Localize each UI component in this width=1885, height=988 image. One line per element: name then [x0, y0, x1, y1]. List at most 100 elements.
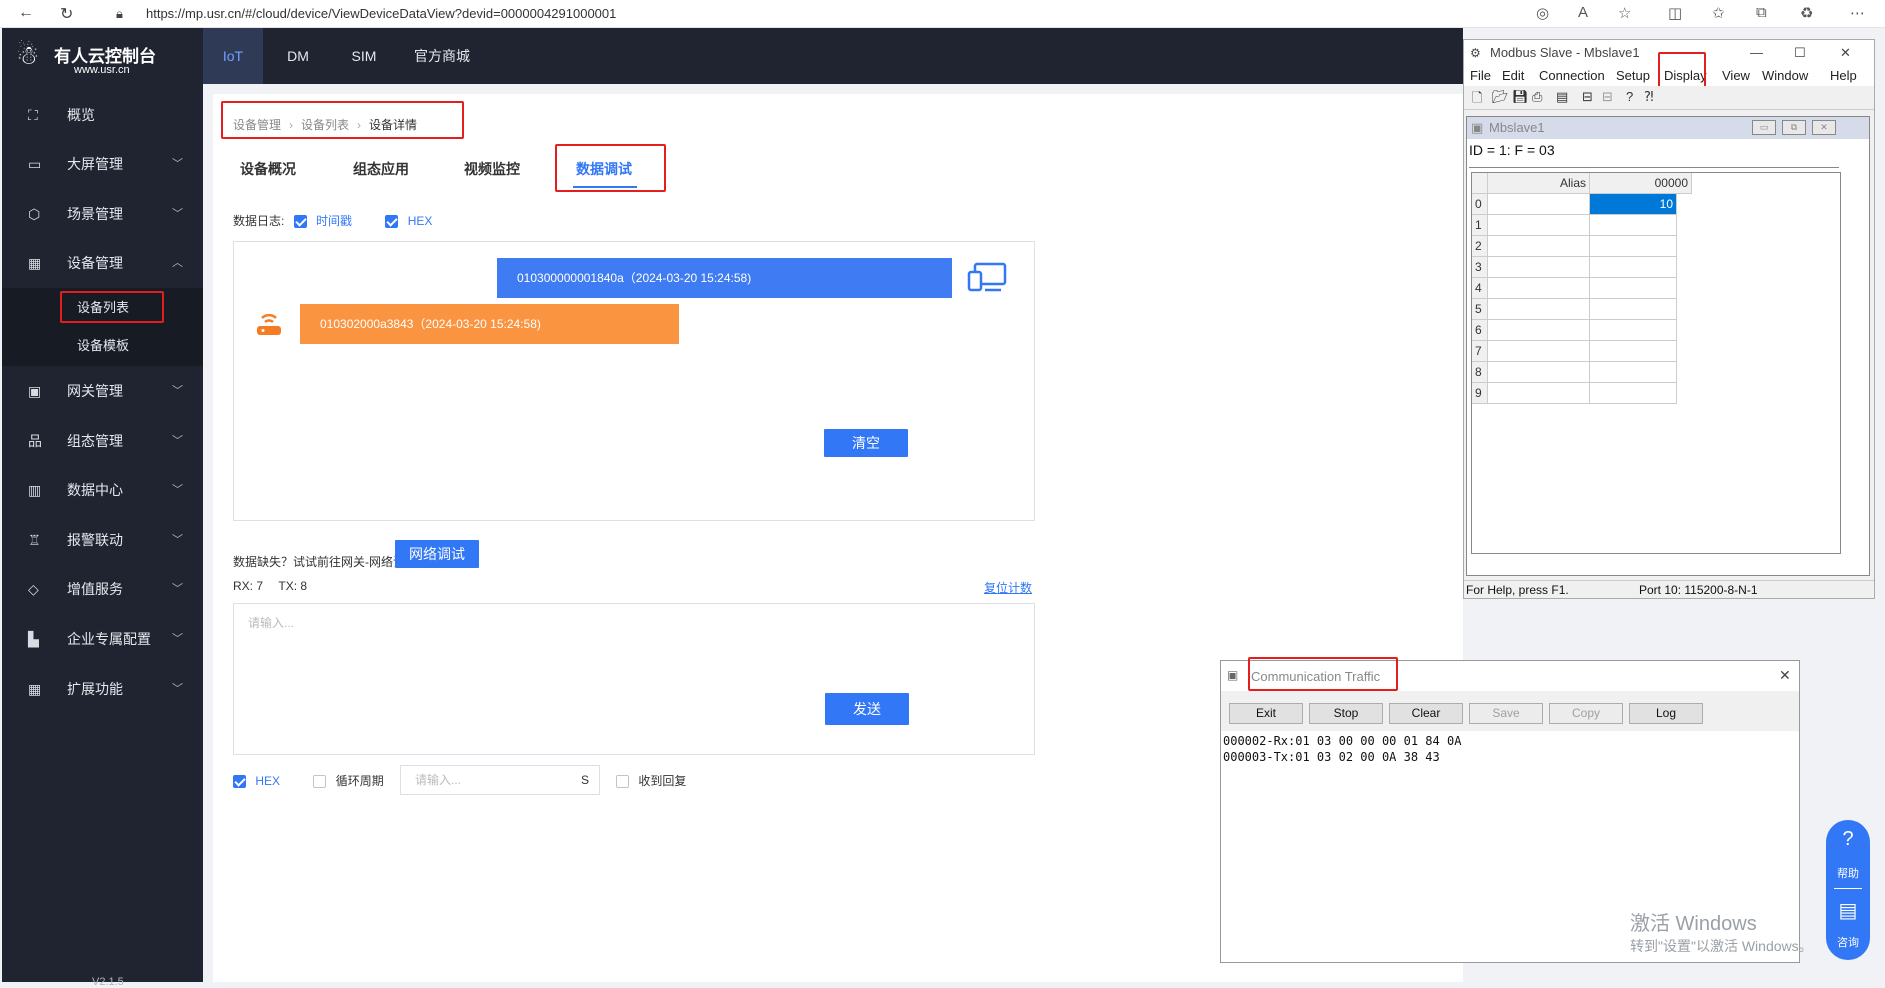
traffic-clear-button[interactable]: Clear [1389, 703, 1463, 724]
grid-row-header[interactable]: 3 [1472, 257, 1488, 278]
grid-corner[interactable] [1472, 173, 1488, 194]
grid-row-header[interactable]: 8 [1472, 362, 1488, 383]
timestamp-checkbox[interactable] [293, 215, 307, 229]
close-icon[interactable]: ✕ [1840, 40, 1851, 66]
grid-value-cell[interactable] [1590, 320, 1677, 341]
tab-sim[interactable]: SIM [333, 28, 395, 84]
grid-value-cell[interactable] [1590, 362, 1677, 383]
hex-send-checkbox[interactable] [233, 775, 246, 789]
window-icon[interactable]: ▤ [1556, 89, 1568, 105]
refresh-icon[interactable]: ↻ [60, 4, 73, 24]
context-help-icon[interactable]: ⁈ [1644, 89, 1654, 105]
read-aloud-icon[interactable]: A [1578, 4, 1588, 21]
grid-alias-cell[interactable] [1488, 194, 1590, 215]
open-icon[interactable]: 📂︎ [1492, 89, 1509, 105]
back-icon[interactable]: ← [18, 4, 34, 22]
hex-log-checkbox[interactable] [385, 215, 399, 229]
reply-checkbox[interactable] [616, 775, 629, 789]
sidebar-item-scene[interactable]: ⬡ 场景管理 ﹀ [2, 189, 203, 239]
menu-connection[interactable]: Connection [1539, 68, 1605, 83]
cycle-period-input[interactable]: 请输入... S [400, 765, 600, 795]
sidebar-item-data[interactable]: ▥ 数据中心 ﹀ [2, 465, 203, 515]
favorite-icon[interactable]: ☆ [1618, 4, 1631, 22]
grid-value-cell[interactable] [1590, 215, 1677, 236]
message-input[interactable]: 请输入... 发送 [233, 603, 1035, 755]
grid-value-cell[interactable] [1590, 341, 1677, 362]
menu-window[interactable]: Window [1762, 68, 1808, 83]
sidebar-item-alarm[interactable]: ♖ 报警联动 ﹀ [2, 515, 203, 565]
collections-icon[interactable]: ⧉ [1756, 4, 1767, 21]
traffic-close-icon[interactable]: ✕ [1779, 667, 1791, 684]
logo[interactable]: ☃ 有人云控制台 www.usr.cn [2, 28, 203, 84]
sidebar-item-screen[interactable]: ▭ 大屏管理 ﹀ [2, 139, 203, 189]
grid-alias-cell[interactable] [1488, 278, 1590, 299]
breadcrumb-item[interactable]: 设备管理 [233, 118, 281, 132]
sidebar-item-device[interactable]: ▦ 设备管理 ︿ [2, 238, 203, 288]
grid-row-header[interactable]: 5 [1472, 299, 1488, 320]
grid-alias-cell[interactable] [1488, 383, 1590, 404]
grid-row-header[interactable]: 0 [1472, 194, 1488, 215]
grid-alias-cell[interactable] [1488, 320, 1590, 341]
grid-row-header[interactable]: 6 [1472, 320, 1488, 341]
split-screen-icon[interactable]: ◫ [1668, 4, 1682, 22]
grid-value-cell[interactable] [1590, 299, 1677, 320]
submenu-device-template[interactable]: 设备模板 [2, 326, 203, 366]
print-icon[interactable]: ⎙ [1532, 89, 1542, 105]
tab-device-overview[interactable]: 设备概况 [240, 159, 296, 179]
location-icon[interactable]: ◎ [1536, 4, 1549, 22]
clear-button[interactable]: 清空 [824, 429, 908, 457]
minimize-icon[interactable]: — [1750, 40, 1763, 66]
menu-help[interactable]: Help [1830, 68, 1857, 83]
url-field[interactable]: https://mp.usr.cn/#/cloud/device/ViewDev… [146, 3, 1646, 25]
grid-alias-cell[interactable] [1488, 299, 1590, 320]
lock-icon[interactable]: 🔒︎ [116, 6, 123, 22]
grid-row-header[interactable]: 1 [1472, 215, 1488, 236]
child-restore-icon[interactable]: ⧉ [1782, 120, 1806, 135]
tab-iot[interactable]: IoT [203, 28, 263, 84]
child-minimize-icon[interactable]: ▭ [1752, 120, 1776, 135]
sidebar-item-config[interactable]: 品 组态管理 ﹀ [2, 416, 203, 466]
grid-row-header[interactable]: 9 [1472, 383, 1488, 404]
grid-header-address[interactable]: 00000 [1590, 173, 1692, 194]
grid-value-cell[interactable] [1590, 383, 1677, 404]
grid-row-header[interactable]: 7 [1472, 341, 1488, 362]
grid-value-cell[interactable] [1590, 257, 1677, 278]
grid-alias-cell[interactable] [1488, 257, 1590, 278]
tab-store[interactable]: 官方商城 [395, 28, 489, 84]
help-icon[interactable]: ? [1626, 89, 1633, 104]
grid-header-alias[interactable]: Alias [1488, 173, 1590, 194]
extension-icon[interactable]: ♻ [1800, 4, 1813, 22]
network-debug-button[interactable]: 网络调试 [395, 540, 479, 568]
tab-video[interactable]: 视频监控 [464, 159, 520, 179]
stop-button[interactable]: Stop [1309, 703, 1383, 724]
connect-icon[interactable]: ⊟ [1582, 89, 1593, 105]
sidebar-item-diamond[interactable]: ◇ 增值服务 ﹀ [2, 564, 203, 614]
menu-setup[interactable]: Setup [1616, 68, 1650, 83]
reset-count-link[interactable]: 复位计数 [984, 579, 1032, 596]
grid-alias-cell[interactable] [1488, 215, 1590, 236]
grid-alias-cell[interactable] [1488, 362, 1590, 383]
breadcrumb-item[interactable]: 设备列表 [301, 118, 349, 132]
menu-file[interactable]: File [1470, 68, 1491, 83]
menu-edit[interactable]: Edit [1502, 68, 1524, 83]
traffic-save-button[interactable]: Save [1469, 703, 1543, 724]
grid-row-header[interactable]: 4 [1472, 278, 1488, 299]
new-icon[interactable]: 🗋︎ [1472, 89, 1482, 111]
help-label[interactable]: 帮助 [1826, 865, 1870, 881]
maximize-icon[interactable]: ☐ [1794, 40, 1806, 66]
sidebar-item-extend[interactable]: ▦ 扩展功能 ﹀ [2, 664, 203, 714]
tab-dm[interactable]: DM [263, 28, 333, 84]
more-icon[interactable]: ⋯ [1850, 4, 1865, 22]
send-button[interactable]: 发送 [825, 693, 909, 725]
exit-button[interactable]: Exit [1229, 703, 1303, 724]
grid-value-cell[interactable] [1590, 278, 1677, 299]
menu-view[interactable]: View [1722, 68, 1750, 83]
traffic-log-button[interactable]: Log [1629, 703, 1703, 724]
mbslave-child-title-bar[interactable]: ▣ Mbslave1 ▭ ⧉ ✕ [1467, 117, 1869, 139]
traffic-copy-button[interactable]: Copy [1549, 703, 1623, 724]
save-icon[interactable]: 💾︎ [1512, 89, 1529, 105]
consult-label[interactable]: 咨询 [1826, 934, 1870, 950]
grid-row-header[interactable]: 2 [1472, 236, 1488, 257]
favorites-list-icon[interactable]: ✩ [1712, 4, 1725, 22]
disconnect-icon[interactable]: ⊟ [1602, 89, 1613, 105]
